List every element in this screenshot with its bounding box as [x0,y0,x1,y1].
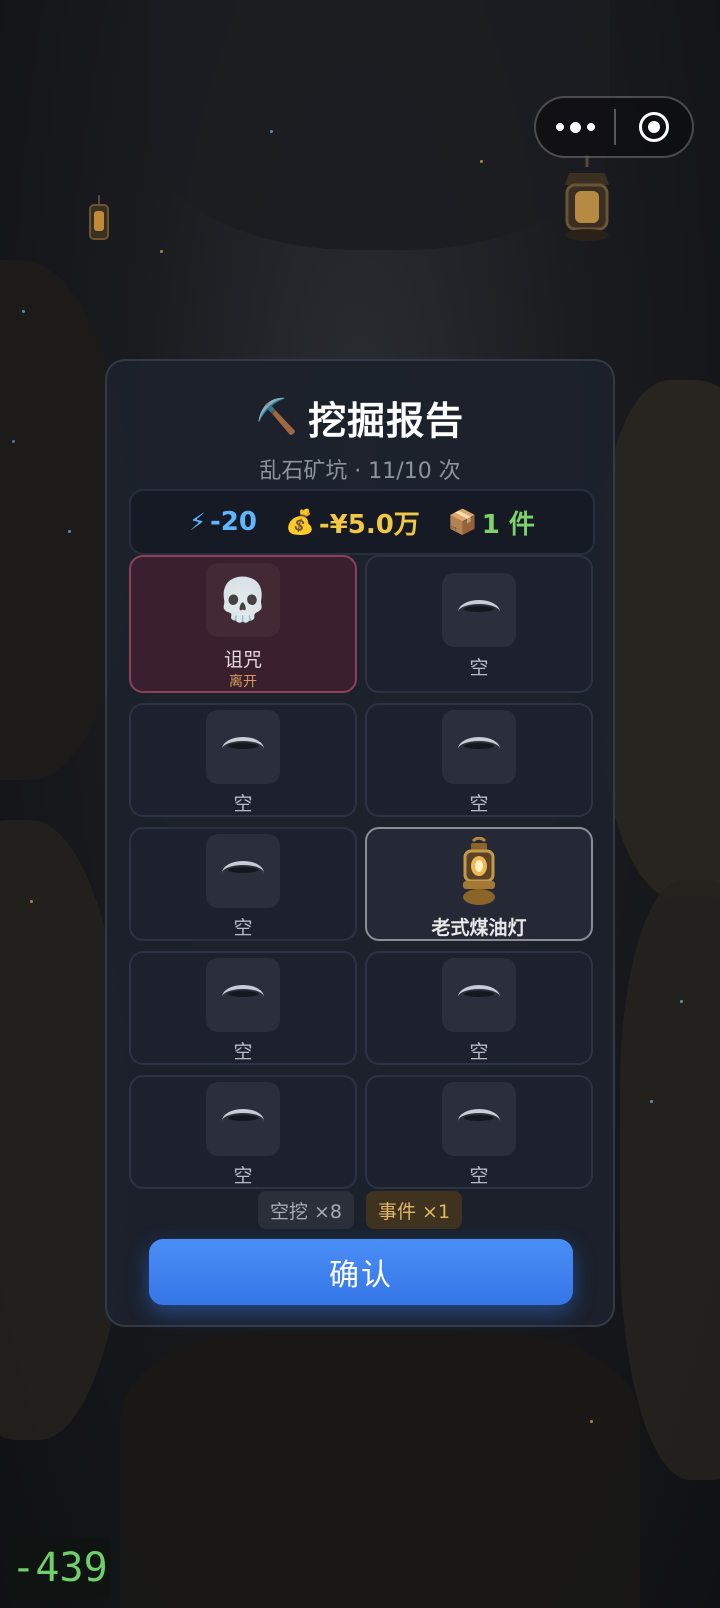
result-cell-empty[interactable]: 空 [365,703,593,817]
dig-hole-icon [222,861,264,881]
capsule-menu [534,96,694,158]
lantern-right-icon [555,155,619,245]
result-label: 空 [233,1165,253,1187]
result-sublabel: 离开 [229,674,257,690]
confirm-button[interactable]: 确认 [149,1239,573,1305]
package-icon: 📦 [447,508,478,536]
skull-icon: 💀 [216,575,270,624]
result-cell-item[interactable]: 老式煤油灯 [365,827,593,941]
result-cell-empty[interactable]: 空 [365,951,593,1065]
lightning-icon: ⚡ [189,508,206,536]
oil-lamp-icon [463,837,495,905]
result-cell-empty[interactable]: 空 [365,1075,593,1189]
result-cell-empty[interactable]: 空 [129,703,357,817]
target-circle-icon [639,112,669,142]
debug-counter: -439 [8,1537,111,1599]
result-cell-empty[interactable]: 空 [129,827,357,941]
dig-hole-icon [222,1109,264,1129]
report-title-text: 挖掘报告 [308,398,465,443]
dig-report-panel: ⛏️ 挖掘报告 乱石矿坑 · 11/10 次 ⚡ -20 💰 -¥5.0万 📦 … [105,359,615,1327]
event-tag: 事件 ×1 [366,1191,463,1229]
summary-bar: ⚡ -20 💰 -¥5.0万 📦 1 件 [129,489,595,555]
dig-hole-icon [458,1109,500,1129]
money-bag-icon: 💰 [284,508,315,536]
report-subtitle: 乱石矿坑 · 11/10 次 [259,459,461,484]
result-label: 空 [469,793,489,815]
energy-stat: ⚡ -20 [189,507,257,537]
close-miniprogram-button[interactable] [616,112,692,142]
result-cell-empty[interactable]: 空 [365,555,593,693]
dig-hole-icon [222,985,264,1005]
money-stat: 💰 -¥5.0万 [285,504,420,541]
pickaxe-icon: ⛏️ [255,397,299,437]
result-cell-empty[interactable]: 空 [129,1075,357,1189]
empty-dig-tag: 空挖 ×8 [257,1191,354,1229]
items-value: 1 件 [481,509,535,540]
result-cell-empty[interactable]: 空 [129,951,357,1065]
dig-hole-icon [458,985,500,1005]
dig-hole-icon [458,600,500,620]
items-stat: 📦 1 件 [448,504,535,541]
money-value: -¥5.0万 [318,509,420,540]
result-label: 空 [233,793,253,815]
dig-hole-icon [458,737,500,757]
result-label: 空 [469,1165,489,1187]
ellipsis-icon [555,123,564,131]
energy-value: -20 [209,507,257,537]
result-tags: 空挖 ×8 事件 ×1 [107,1191,613,1229]
dig-results-grid: 💀 诅咒 离开 空 空 空 空 老式煤油灯 空 空 空 空 [129,555,595,1199]
more-button[interactable] [536,98,614,156]
result-label: 空 [469,1041,489,1063]
result-cell-curse[interactable]: 💀 诅咒 离开 [129,555,357,693]
report-title: ⛏️ 挖掘报告 [107,389,613,445]
result-label: 空 [233,917,253,939]
result-label: 空 [469,657,489,679]
dig-hole-icon [222,737,264,757]
result-label: 空 [233,1041,253,1063]
lantern-left-icon [86,195,112,249]
result-label: 诅咒 [223,649,262,671]
result-label: 老式煤油灯 [431,917,527,939]
